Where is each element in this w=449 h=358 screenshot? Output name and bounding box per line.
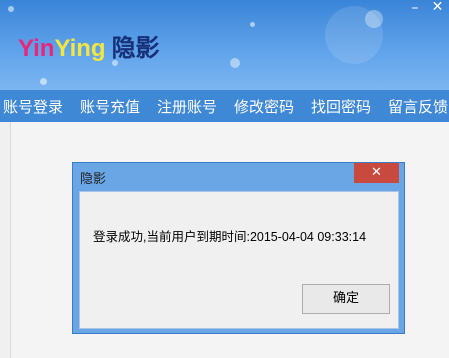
menu-item-login[interactable]: 账号登录 (3, 96, 63, 117)
ok-button[interactable]: 确定 (302, 284, 390, 314)
dialog-title: 隐影 (80, 172, 107, 187)
minimize-button[interactable]: – (406, 1, 424, 16)
app-header: YinYing 隐影 – ✕ (0, 0, 449, 90)
menu-item-register[interactable]: 注册账号 (157, 96, 217, 117)
window-close-button[interactable]: ✕ (426, 0, 449, 16)
decor-bubble (230, 58, 240, 68)
dialog-message: 登录成功,当前用户到期时间:2015-04-04 09:33:14 (93, 230, 367, 244)
logo-text-yin: Yin (18, 35, 55, 62)
decor-bubble (40, 78, 47, 85)
menu-item-change-password[interactable]: 修改密码 (234, 96, 294, 117)
decor-bubble (365, 10, 383, 28)
app-logo: YinYing 隐影 (18, 28, 160, 63)
dialog-close-button[interactable]: ✕ (354, 163, 399, 183)
decor-bubble (8, 6, 14, 12)
menu-item-feedback[interactable]: 留言反馈 (388, 96, 448, 117)
logo-text-ying: Ying (54, 35, 106, 62)
menu-item-recharge[interactable]: 账号充值 (80, 96, 140, 117)
logo-text-chinese: 隐影 (111, 34, 160, 62)
decor-bubble (250, 22, 255, 27)
dialog-body: 登录成功,当前用户到期时间:2015-04-04 09:33:14 确定 (79, 191, 399, 329)
message-dialog: 隐影 ✕ 登录成功,当前用户到期时间:2015-04-04 09:33:14 确… (72, 162, 405, 334)
menu-item-recover-password[interactable]: 找回密码 (311, 96, 371, 117)
menu-bar: 账号登录 账号充值 注册账号 修改密码 找回密码 留言反馈 (0, 90, 449, 122)
